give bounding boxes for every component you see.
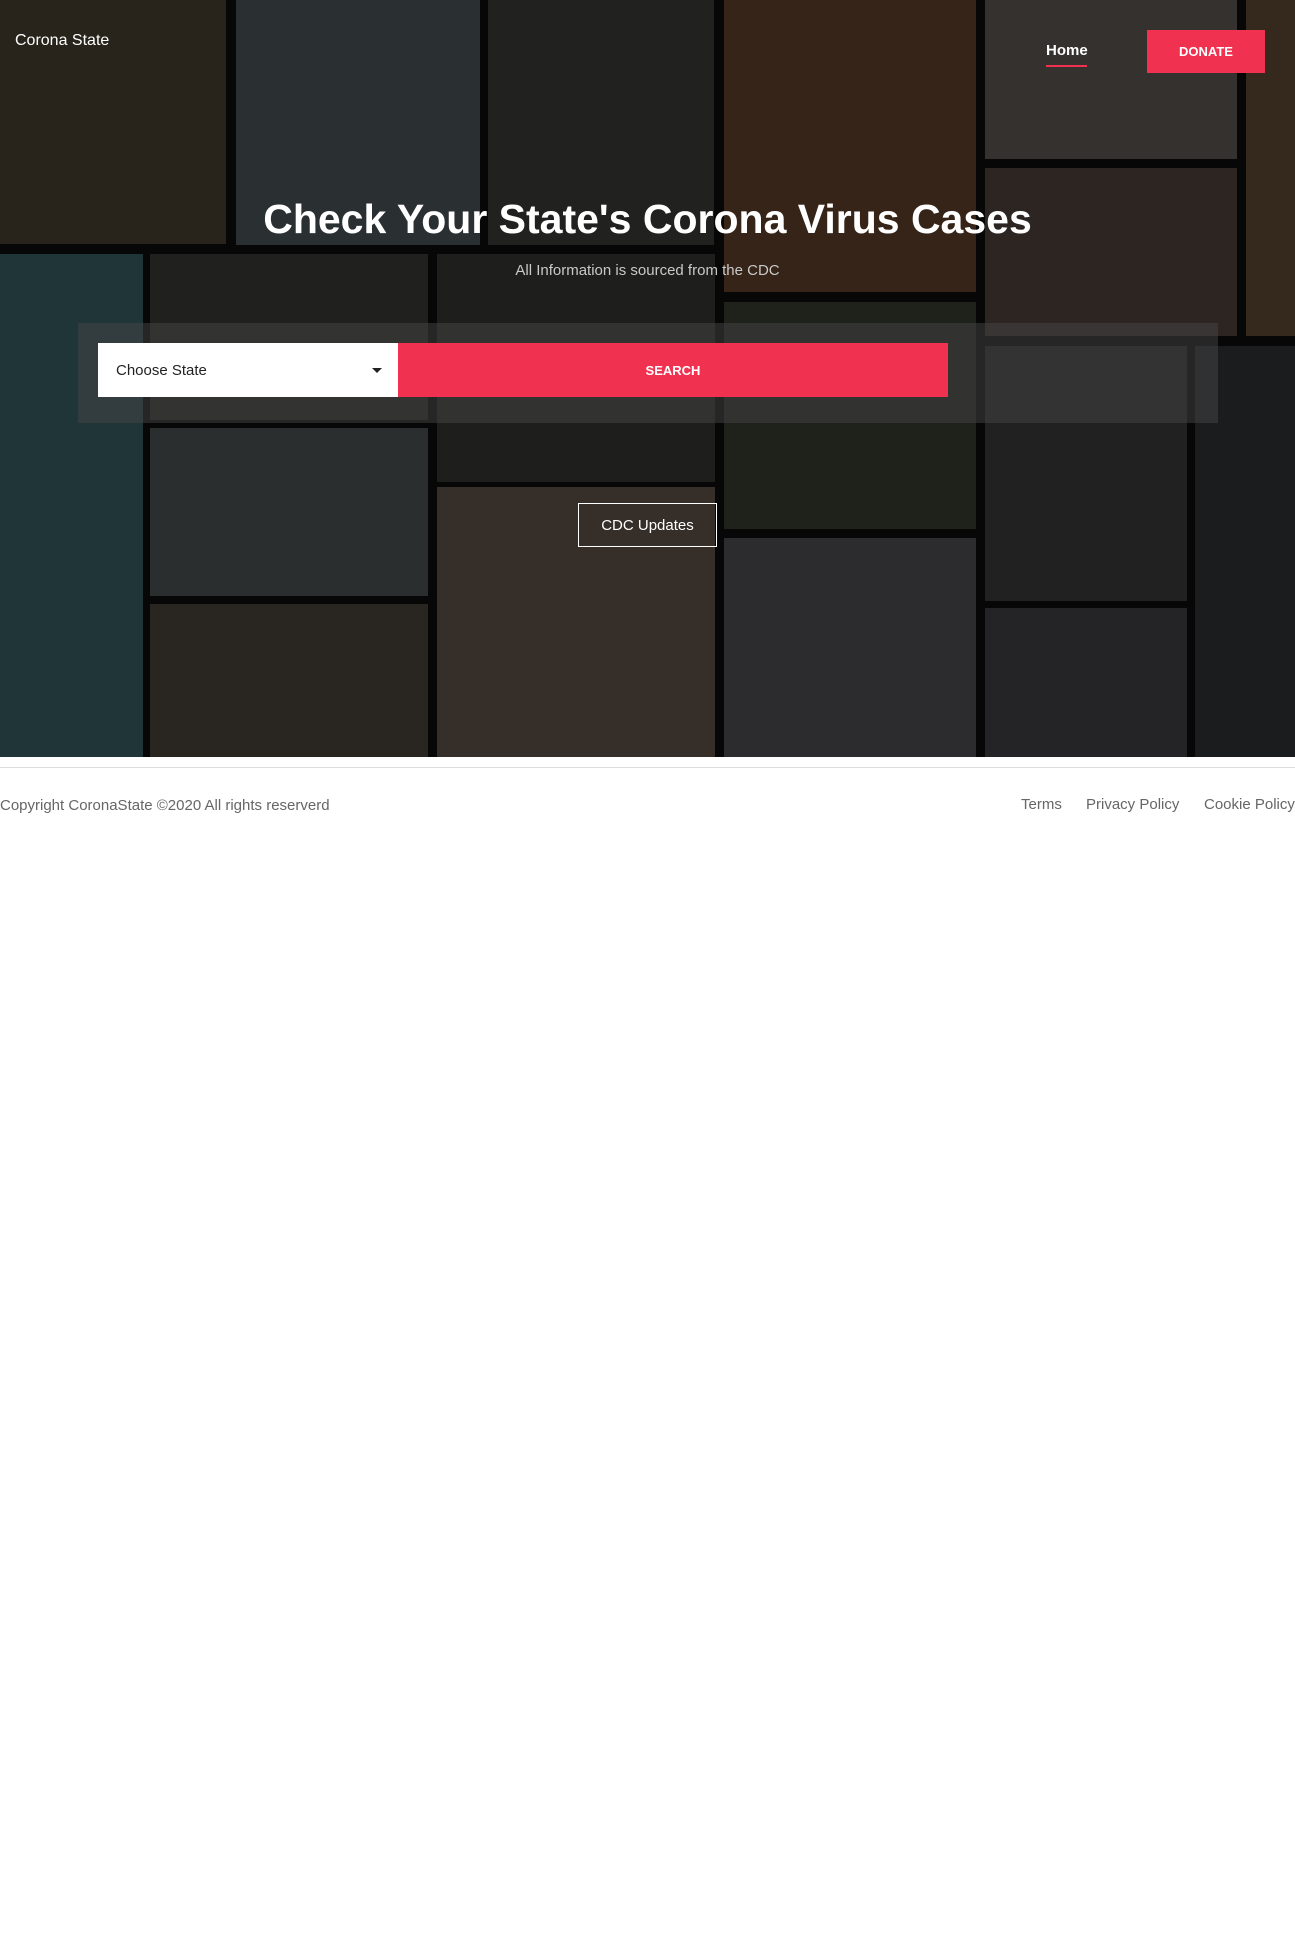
chevron-down-icon xyxy=(372,368,382,373)
donate-button[interactable]: DONATE xyxy=(1147,30,1265,73)
cdc-updates-button[interactable]: CDC Updates xyxy=(578,503,717,547)
footer-link-privacy-policy[interactable]: Privacy Policy xyxy=(1086,796,1179,813)
footer-link-terms[interactable]: Terms xyxy=(1021,796,1062,813)
page-title: Check Your State's Corona Virus Cases xyxy=(263,196,1032,242)
page-subtitle: All Information is sourced from the CDC xyxy=(515,262,780,279)
brand-logo-text[interactable]: Corona State xyxy=(15,32,109,50)
hero-section: Corona State Home DONATE Check Your Stat… xyxy=(0,0,1295,757)
footer-divider xyxy=(0,767,1295,768)
nav-home-link[interactable]: Home xyxy=(1046,42,1088,59)
state-select-dropdown[interactable]: Choose State xyxy=(98,343,398,397)
footer-copyright: Copyright CoronaState ©2020 All rights r… xyxy=(0,797,330,814)
state-select-value: Choose State xyxy=(116,361,207,379)
footer-link-cookie-policy[interactable]: Cookie Policy xyxy=(1204,796,1295,813)
active-nav-underline xyxy=(1046,65,1087,67)
search-button[interactable]: SEARCH xyxy=(398,343,948,397)
